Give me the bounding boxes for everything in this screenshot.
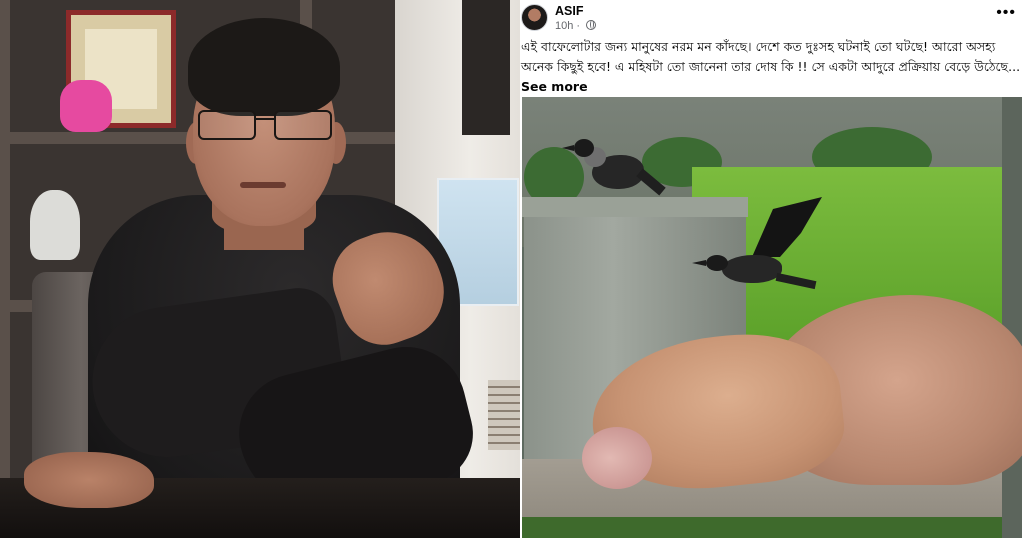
author-name[interactable]: ASIF — [555, 4, 583, 18]
post-time[interactable]: 10h — [555, 20, 573, 32]
post-meta: 10h · — [555, 20, 597, 32]
meta-separator: · — [576, 20, 581, 32]
eyeglasses — [198, 110, 334, 144]
crow-perched — [562, 133, 672, 223]
globe-icon — [586, 20, 597, 30]
buffalo-snout — [582, 427, 652, 489]
wall-edge — [1002, 97, 1022, 538]
portrait-photo — [0, 0, 520, 538]
hair — [188, 18, 340, 116]
crow-flying — [692, 197, 842, 317]
grass-strip — [522, 517, 1022, 538]
mouth — [240, 182, 286, 188]
author-avatar[interactable] — [521, 4, 548, 31]
hand-on-desk — [24, 452, 154, 508]
see-more-link[interactable]: See more — [521, 79, 588, 94]
post-body: এই বাফেলোটার জন্য মানুষের নরম মন কাঁদছে।… — [521, 39, 1021, 74]
post-image[interactable] — [522, 97, 1022, 538]
post-header: ASIF 10h · ••• — [520, 0, 1024, 36]
more-options-icon[interactable]: ••• — [996, 4, 1016, 22]
social-post: ASIF 10h · ••• এই বাফেলোটার জন্য মানুষের… — [520, 0, 1024, 538]
post-text: এই বাফেলোটার জন্য মানুষের নরম মন কাঁদছে।… — [521, 37, 1021, 97]
